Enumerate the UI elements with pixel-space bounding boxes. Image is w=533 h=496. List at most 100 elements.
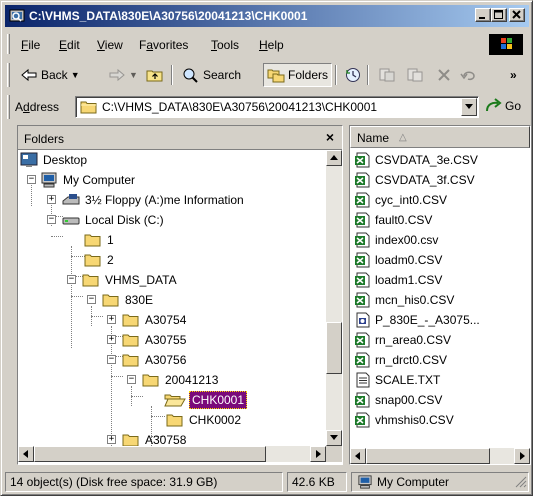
computer-icon [358, 475, 372, 489]
collapse-toggle[interactable]: − [47, 215, 56, 224]
forward-button[interactable]: ▼ [105, 63, 141, 87]
status-bar: 14 object(s) (Disk free space: 31.9 GB) … [5, 471, 529, 493]
delete-button[interactable] [433, 63, 455, 87]
tree-item-folder-1[interactable]: 1 [84, 230, 116, 250]
tree-item-a30756[interactable]: A30756 [122, 350, 188, 370]
excel-file-icon [355, 332, 370, 348]
close-folders-pane-button[interactable]: × [326, 129, 334, 145]
file-item[interactable]: loadm1.CSV [354, 270, 442, 290]
tree-item-20041213[interactable]: 20041213 [142, 370, 220, 390]
chevron-right-icon [520, 452, 525, 460]
expand-toggle[interactable]: + [107, 435, 116, 444]
file-item[interactable]: loadm0.CSV [354, 250, 442, 270]
folders-vertical-scrollbar[interactable] [326, 150, 342, 446]
back-dropdown-icon[interactable]: ▼ [71, 70, 80, 80]
tree-item-a30754[interactable]: A30754 [122, 310, 188, 330]
go-button[interactable]: Go [485, 98, 521, 114]
tree-item-folder-2[interactable]: 2 [84, 250, 116, 270]
address-input[interactable]: C:\VHMS_DATA\830E\A30756\20041213\CHK000… [75, 96, 479, 118]
folders-label: Folders [288, 68, 329, 82]
tree-item-chk0001[interactable]: CHK0001 [164, 390, 248, 410]
explorer-app-icon [9, 8, 25, 24]
scroll-left-button[interactable] [18, 446, 34, 462]
forward-dropdown-icon[interactable]: ▼ [129, 70, 138, 80]
file-item[interactable]: fault0.CSV [354, 210, 432, 230]
maximize-button[interactable] [491, 8, 507, 22]
menu-file[interactable]: File [21, 38, 40, 52]
up-folder-button[interactable] [143, 63, 167, 87]
address-grip[interactable] [7, 95, 10, 119]
desktop-icon [20, 152, 38, 167]
menu-view[interactable]: View [97, 38, 123, 52]
menu-help[interactable]: Help [259, 38, 284, 52]
excel-file-icon [355, 172, 370, 188]
menu-favorites[interactable]: Favorites [139, 38, 188, 52]
file-item[interactable]: rn_area0.CSV [354, 330, 451, 350]
file-item[interactable]: P_830E_-_A3075... [354, 310, 480, 330]
move-to-button[interactable] [375, 63, 399, 87]
tree-item-my-computer[interactable]: My Computer [40, 170, 137, 190]
expand-toggle[interactable]: + [107, 315, 116, 324]
tree-item-a30758[interactable]: A30758 [122, 430, 188, 446]
title-bar[interactable]: C:\VHMS_DATA\830E\A30756\20041213\CHK000… [5, 5, 529, 27]
expand-toggle[interactable]: + [47, 195, 56, 204]
scroll-up-button[interactable] [326, 150, 342, 166]
scroll-right-button[interactable] [310, 446, 326, 462]
tree-item-desktop[interactable]: Desktop [20, 150, 89, 170]
scroll-left-button[interactable] [350, 448, 366, 464]
file-item[interactable]: snap00.CSV [354, 390, 442, 410]
explorer-window: C:\VHMS_DATA\830E\A30756\20041213\CHK000… [0, 0, 533, 496]
menu-edit[interactable]: Edit [59, 38, 80, 52]
copy-to-button[interactable] [403, 63, 427, 87]
collapse-toggle[interactable]: − [127, 375, 136, 384]
collapse-toggle[interactable]: − [107, 355, 116, 364]
excel-file-icon [355, 192, 370, 208]
delete-icon [438, 69, 450, 81]
files-horizontal-scrollbar[interactable] [350, 448, 530, 464]
folders-pane-title: Folders [24, 132, 65, 146]
resize-grip[interactable] [515, 476, 527, 491]
file-item[interactable]: index00.csv [354, 230, 438, 250]
search-button[interactable]: Search [179, 63, 244, 87]
drive-icon [62, 217, 80, 225]
tree-item-vhms-data[interactable]: VHMS_DATA [82, 270, 179, 290]
tree-item-local-disk[interactable]: Local Disk (C:) [62, 210, 166, 230]
name-column-header[interactable]: Name △ [350, 126, 530, 148]
folder-icon [84, 254, 101, 267]
back-button[interactable]: Back ▼ [17, 63, 83, 87]
collapse-toggle[interactable]: − [27, 175, 36, 184]
file-item[interactable]: rn_drct0.CSV [354, 350, 447, 370]
collapse-toggle[interactable]: − [67, 275, 76, 284]
tree-item-floppy[interactable]: 3½ Floppy (A:)me Information [62, 190, 246, 210]
history-button[interactable] [341, 63, 365, 87]
minimize-button[interactable] [475, 8, 491, 22]
file-item[interactable]: CSVDATA_3f.CSV [354, 170, 475, 190]
expand-toggle[interactable]: + [107, 335, 116, 344]
address-dropdown-button[interactable] [461, 98, 477, 116]
toolbar-grip[interactable] [7, 63, 10, 87]
file-item[interactable]: mcn_his0.CSV [354, 290, 454, 310]
scroll-thumb[interactable] [326, 322, 342, 374]
chevron-left-icon [23, 450, 28, 458]
folders-horizontal-scrollbar[interactable] [18, 446, 326, 462]
collapse-toggle[interactable]: − [87, 295, 96, 304]
scroll-thumb[interactable] [366, 448, 490, 464]
tree-item-chk0002[interactable]: CHK0002 [166, 410, 243, 430]
file-item[interactable]: cyc_int0.CSV [354, 190, 447, 210]
excel-file-icon [355, 152, 370, 168]
folders-button[interactable]: Folders [263, 63, 333, 87]
file-item[interactable]: SCALE.TXT [354, 370, 440, 390]
tree-item-830e[interactable]: 830E [102, 290, 155, 310]
scroll-down-button[interactable] [326, 430, 342, 446]
tree-item-a30755[interactable]: A30755 [122, 330, 188, 350]
scroll-right-button[interactable] [514, 448, 530, 464]
file-item[interactable]: CSVDATA_3e.CSV [354, 150, 478, 170]
toolbar-overflow-chevron[interactable]: » [507, 63, 520, 87]
undo-icon [460, 71, 475, 81]
scroll-thumb[interactable] [34, 446, 266, 462]
close-button[interactable] [509, 8, 525, 22]
undo-button[interactable] [457, 63, 481, 87]
file-item[interactable]: vhmshis0.CSV [354, 410, 454, 430]
menu-grip[interactable] [7, 34, 10, 54]
menu-tools[interactable]: Tools [211, 38, 239, 52]
